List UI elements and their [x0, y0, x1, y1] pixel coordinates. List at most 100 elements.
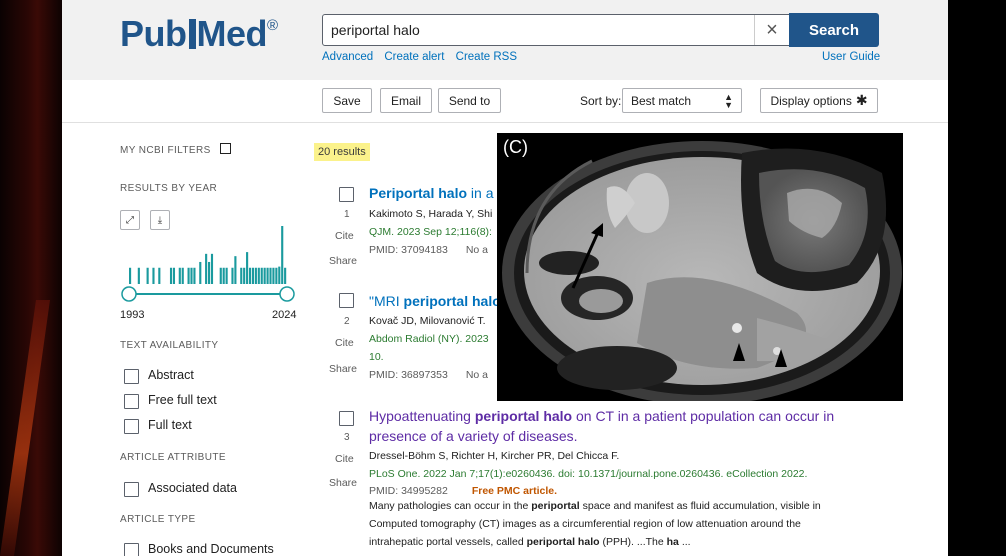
- full-text-checkbox[interactable]: [124, 419, 139, 434]
- snippet-text: Many pathologies can occur in the: [369, 500, 532, 512]
- result-3-title[interactable]: Hypoattenuating periportal halo on CT in…: [369, 407, 834, 426]
- year-range-end-handle[interactable]: [279, 286, 295, 302]
- result-3-free-pmc[interactable]: Free PMC article.: [472, 485, 557, 497]
- histogram-bar[interactable]: [251, 267, 255, 284]
- histogram-bar[interactable]: [219, 267, 222, 284]
- result-1-pmid-line: PMID: 37094183 No a: [369, 244, 488, 256]
- histogram-bar[interactable]: [152, 267, 155, 284]
- result-2-checkbox[interactable]: [339, 293, 354, 308]
- histogram-bar[interactable]: [210, 253, 214, 284]
- year-end-label: 2024: [272, 309, 297, 321]
- year-histogram[interactable]: [120, 214, 296, 304]
- histogram-bar[interactable]: [205, 253, 208, 284]
- result-3-pmid-line: PMID: 34995282 Free PMC article.: [369, 485, 557, 497]
- my-ncbi-filters-heading[interactable]: MY NCBI FILTERS: [120, 143, 231, 156]
- result-1-citation: QJM. 2023 Sep 12;116(8):: [369, 226, 492, 238]
- associated-data-checkbox[interactable]: [124, 482, 139, 497]
- result-3-title-line2[interactable]: presence of a variety of diseases.: [369, 427, 578, 446]
- books-documents-checkbox[interactable]: [124, 543, 139, 556]
- ct-scan-image: (C): [497, 133, 903, 401]
- result-1-title[interactable]: Periportal halo in a p: [369, 184, 505, 203]
- histogram-bar[interactable]: [225, 267, 228, 284]
- display-options-button[interactable]: Display options ✱: [760, 88, 878, 113]
- result-2-citation: Abdom Radiol (NY). 2023: [369, 333, 489, 345]
- user-guide-link[interactable]: User Guide: [822, 51, 880, 63]
- result-1-checkbox[interactable]: [339, 187, 354, 202]
- histogram-bar[interactable]: [263, 267, 266, 284]
- free-full-text-checkbox[interactable]: [124, 394, 139, 409]
- histogram-bar[interactable]: [178, 267, 181, 284]
- histogram-bar[interactable]: [190, 267, 193, 284]
- histogram-bar[interactable]: [187, 267, 190, 284]
- result-2-cite[interactable]: Cite: [335, 337, 354, 349]
- histogram-bar[interactable]: [231, 267, 234, 284]
- histogram-bar[interactable]: [257, 267, 260, 284]
- histogram-bar[interactable]: [158, 267, 161, 284]
- free-full-text-filter-label[interactable]: Free full text: [148, 393, 217, 407]
- advanced-link[interactable]: Advanced: [322, 51, 373, 63]
- results-by-year-heading: RESULTS BY YEAR: [120, 183, 218, 194]
- histogram-bar[interactable]: [129, 267, 132, 284]
- create-alert-link[interactable]: Create alert: [384, 51, 444, 63]
- histogram-bar[interactable]: [248, 267, 252, 284]
- histogram-bar[interactable]: [172, 267, 176, 284]
- histogram-bar[interactable]: [199, 261, 202, 284]
- histogram-bar[interactable]: [146, 267, 149, 284]
- abstract-checkbox[interactable]: [124, 369, 139, 384]
- save-button[interactable]: Save: [322, 88, 372, 113]
- result-3-checkbox[interactable]: [339, 411, 354, 426]
- histogram-bar[interactable]: [208, 261, 211, 284]
- books-documents-filter-label[interactable]: Books and Documents: [148, 542, 274, 556]
- histogram-bar[interactable]: [193, 267, 196, 284]
- histogram-bar[interactable]: [266, 267, 269, 284]
- sort-value: Best match: [631, 93, 692, 108]
- external-link-icon: [219, 143, 231, 154]
- logo-registered: ®: [267, 17, 278, 34]
- histogram-bar[interactable]: [272, 267, 275, 284]
- sort-select[interactable]: Best match ▲ ▼: [622, 88, 742, 113]
- header: PubMed® × Search Advanced Create alert C…: [62, 0, 948, 80]
- histogram-bar[interactable]: [137, 267, 140, 284]
- article-attribute-heading: ARTICLE ATTRIBUTE: [120, 452, 226, 463]
- result-2-title-bold: periportal halo: [403, 293, 501, 309]
- histogram-bar[interactable]: [260, 267, 263, 284]
- search-button[interactable]: Search: [789, 13, 879, 47]
- pubmed-logo[interactable]: Pub Med®: [120, 13, 278, 55]
- send-to-button[interactable]: Send to: [438, 88, 501, 113]
- histogram-bar[interactable]: [169, 267, 173, 284]
- histogram-bar[interactable]: [284, 267, 287, 284]
- histogram-bar[interactable]: [254, 267, 257, 284]
- result-1-number: 1: [344, 209, 350, 220]
- histogram-bar[interactable]: [181, 267, 184, 284]
- histogram-bar[interactable]: [269, 267, 272, 284]
- text-availability-heading: TEXT AVAILABILITY: [120, 340, 219, 351]
- clear-search-icon[interactable]: ×: [754, 15, 789, 45]
- histogram-bar[interactable]: [222, 267, 225, 284]
- logo-med: Med: [196, 13, 268, 54]
- histogram-bar[interactable]: [234, 256, 237, 284]
- result-2-number: 2: [344, 316, 350, 327]
- histogram-bar[interactable]: [240, 267, 243, 284]
- result-1-cite[interactable]: Cite: [335, 230, 354, 242]
- abstract-filter-label[interactable]: Abstract: [148, 368, 194, 382]
- histogram-bar[interactable]: [243, 267, 246, 284]
- result-2-title[interactable]: "MRI periportal halo: [369, 292, 501, 311]
- associated-data-filter-label[interactable]: Associated data: [148, 481, 237, 495]
- result-1-share[interactable]: Share: [329, 255, 357, 267]
- histogram-bar[interactable]: [281, 226, 284, 284]
- search-input[interactable]: [323, 15, 759, 45]
- result-3-share[interactable]: Share: [329, 477, 357, 489]
- full-text-filter-label[interactable]: Full text: [148, 418, 192, 432]
- email-button[interactable]: Email: [380, 88, 432, 113]
- histogram-bar[interactable]: [275, 267, 278, 284]
- logo-pub: Pub: [120, 13, 187, 54]
- histogram-bar[interactable]: [278, 266, 281, 284]
- result-3-cite[interactable]: Cite: [335, 453, 354, 465]
- pubmed-page: PubMed® × Search Advanced Create alert C…: [62, 0, 948, 556]
- snippet-text: ...: [678, 536, 691, 548]
- results-toolbar: Save Email Send to Sort by: Best match ▲…: [62, 80, 948, 123]
- year-range-start-handle[interactable]: [121, 286, 137, 302]
- create-rss-link[interactable]: Create RSS: [456, 51, 517, 63]
- histogram-bar[interactable]: [246, 252, 249, 284]
- result-2-share[interactable]: Share: [329, 363, 357, 375]
